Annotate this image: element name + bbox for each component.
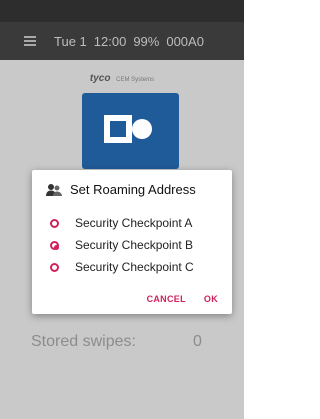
brand-header: tyco CEM Systems [0, 73, 244, 84]
status-battery: 99% [133, 33, 160, 49]
radio-button[interactable] [50, 262, 59, 272]
tyco-logo: tyco [89, 73, 111, 84]
status-info: Tue 1 12:00 99% 000A0 [54, 34, 204, 49]
stored-swipes-count: 0 [193, 333, 202, 350]
users-icon [46, 183, 62, 196]
status-time: 12:00 [93, 33, 127, 49]
cancel-button[interactable]: CANCEL [147, 294, 186, 304]
company-name: CEM Systems [116, 77, 155, 83]
app-screen: Tue 1 12:00 99% 000A0 tyco CEM Systems S… [0, 0, 244, 419]
action-bar: Tue 1 12:00 99% 000A0 [0, 22, 244, 60]
set-roaming-address-dialog: Set Roaming Address Security Checkpoint … [32, 170, 232, 314]
option-security-checkpoint-b[interactable]: Security Checkpoint B [50, 238, 193, 252]
radio-button-selected[interactable] [50, 240, 59, 250]
dialog-actions: CANCEL OK [147, 294, 218, 304]
option-label: Security Checkpoint C [75, 260, 194, 274]
card-reader-icon [102, 109, 154, 149]
dialog-title-row: Set Roaming Address [46, 182, 196, 197]
dialog-title: Set Roaming Address [70, 182, 196, 197]
app-icon-tile [82, 93, 179, 169]
option-security-checkpoint-a[interactable]: Security Checkpoint A [50, 216, 192, 230]
menu-icon[interactable] [24, 36, 36, 46]
option-security-checkpoint-c[interactable]: Security Checkpoint C [50, 260, 194, 274]
ok-button[interactable]: OK [204, 294, 218, 304]
status-code: 000A0 [166, 33, 204, 49]
radio-button[interactable] [50, 218, 59, 228]
system-status-strip [0, 0, 244, 22]
stored-swipes-label: Stored swipes: [31, 333, 136, 350]
option-label: Security Checkpoint B [75, 238, 194, 252]
status-date: Tue 1 [54, 33, 87, 49]
option-label: Security Checkpoint A [75, 216, 193, 230]
